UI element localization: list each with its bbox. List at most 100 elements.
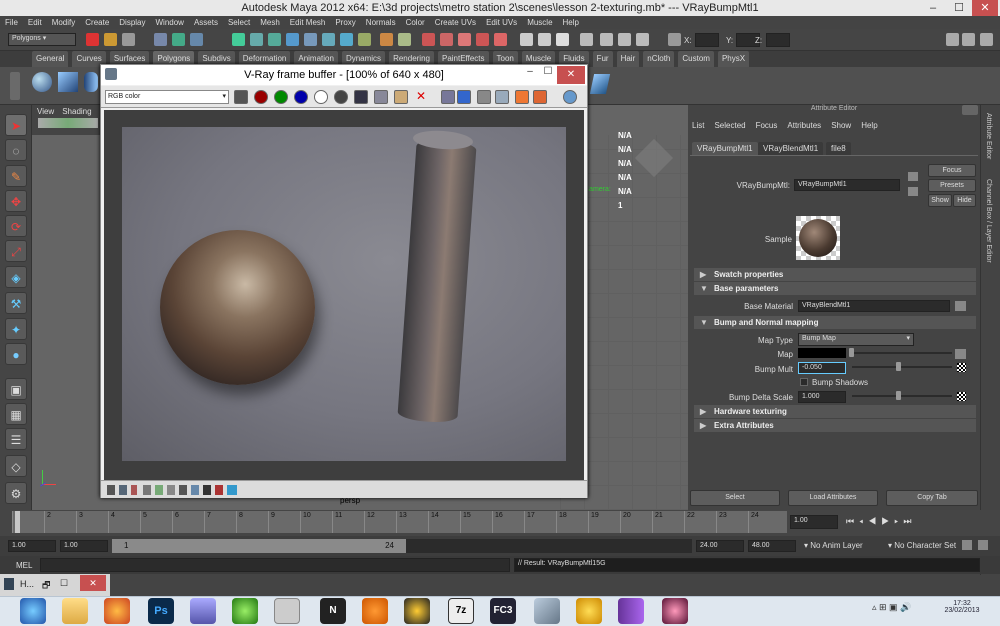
section-bump-normal-mapping[interactable]: ▼ Bump and Normal mapping <box>694 316 976 329</box>
tab-vraybumpmtl1[interactable]: VRayBumpMtl1 <box>692 142 758 155</box>
restore-icon[interactable]: 🗗 <box>42 578 50 594</box>
tray-icons[interactable]: ▵ ⊞ ▣ 🔊 <box>872 602 932 616</box>
clock[interactable]: 17:32 23/02/2013 <box>934 600 990 614</box>
bump-mult-slider[interactable] <box>852 366 952 368</box>
z-field[interactable] <box>766 33 790 47</box>
layout-persp-graph-icon[interactable]: ◇ <box>5 455 27 477</box>
vray-maximize-icon[interactable]: ☐ <box>539 66 557 84</box>
command-language-label[interactable]: MEL <box>16 561 32 570</box>
menuset-select[interactable]: Polygons ▾ <box>8 33 76 46</box>
menu-color[interactable]: Color <box>406 16 425 29</box>
paint-select-icon[interactable]: ✎ <box>5 165 27 187</box>
bump-shadows-checkbox[interactable] <box>800 378 808 386</box>
clear-image-icon[interactable]: ✕ <box>414 89 428 103</box>
history-icon[interactable] <box>563 90 577 104</box>
section-hardware-texturing[interactable]: ▶ Hardware texturing <box>694 405 976 418</box>
bump-delta-scale-field[interactable]: 1.000 <box>798 391 846 403</box>
maya-icon[interactable] <box>274 598 300 624</box>
command-input[interactable] <box>40 558 510 572</box>
shelf-tab-general[interactable]: General <box>32 51 69 67</box>
bump-delta-slider[interactable] <box>852 395 952 397</box>
key-icon[interactable] <box>962 540 972 550</box>
blender-icon[interactable] <box>362 598 388 624</box>
hide-button[interactable]: Hide <box>953 194 976 207</box>
menu-edit[interactable]: Edit <box>28 16 42 29</box>
channel-select[interactable]: RGB color ▾ <box>105 90 229 104</box>
hypershade-icon[interactable] <box>440 33 453 46</box>
section-base-parameters[interactable]: ▼ Base parameters <box>694 282 976 295</box>
layer-editor-icon[interactable] <box>600 33 613 46</box>
base-material-field[interactable]: VRayBlendMtl1 <box>798 300 950 312</box>
go-to-start-icon[interactable]: ⏮ <box>846 516 859 526</box>
rotate-tool-icon[interactable]: ⟳ <box>5 215 27 237</box>
bump-mult-field[interactable]: -0.050 <box>798 362 846 374</box>
map-color-swatch[interactable] <box>798 348 846 358</box>
show-manip-icon[interactable]: ✦ <box>5 318 27 340</box>
menu-create[interactable]: Create <box>85 16 109 29</box>
bump-mult-slider-handle[interactable] <box>896 362 901 371</box>
attr-menu-attributes[interactable]: Attributes <box>787 121 821 130</box>
fc3-icon[interactable]: FC3 <box>490 598 516 624</box>
show-button[interactable]: Show <box>928 194 952 207</box>
stop-render-icon[interactable] <box>515 90 529 104</box>
select-tool-icon[interactable]: ➤ <box>5 114 27 136</box>
node-name-field[interactable]: VRayBumpMtl1 <box>794 179 900 191</box>
minimized-window[interactable]: H... 🗗 ☐ ✕ <box>0 574 110 596</box>
app-icon[interactable] <box>190 598 216 624</box>
render-view-icon[interactable] <box>458 33 471 46</box>
region-render-icon[interactable] <box>457 90 471 104</box>
toggle-attr-icon[interactable] <box>962 33 975 46</box>
menu-window[interactable]: Window <box>156 16 184 29</box>
vray-bottom-icons[interactable] <box>107 485 237 495</box>
lasso-tool-icon[interactable]: ◌ <box>5 139 27 161</box>
menu-help[interactable]: Help <box>563 16 579 29</box>
poly-sphere-icon[interactable] <box>32 72 52 92</box>
app-icon[interactable] <box>618 598 644 624</box>
layout-single-icon[interactable]: ▣ <box>5 378 27 400</box>
map-slider[interactable] <box>852 352 952 354</box>
transform-field-icon[interactable] <box>668 33 681 46</box>
shelf-tab-fur[interactable]: Fur <box>592 51 613 67</box>
tab-file8[interactable]: file8 <box>826 142 851 155</box>
maximize-icon[interactable]: ☐ <box>946 0 972 16</box>
render-region-icon[interactable] <box>340 33 353 46</box>
7zip-icon[interactable]: 7z <box>448 598 474 624</box>
step-forward-icon[interactable]: ▸ <box>894 516 903 526</box>
start-time-field[interactable]: 1.00 <box>8 540 56 552</box>
render-current-icon[interactable] <box>380 33 393 46</box>
input-connection-icon[interactable] <box>908 172 918 181</box>
attribute-editor-icon[interactable] <box>556 33 569 46</box>
go-to-end-icon[interactable]: ⏭ <box>903 516 916 526</box>
prefs-icon[interactable] <box>978 540 988 550</box>
menu-display[interactable]: Display <box>119 16 145 29</box>
presets-button[interactable]: Presets <box>928 179 976 192</box>
map-connect-icon[interactable] <box>955 349 966 359</box>
open-folder-icon[interactable] <box>394 90 408 104</box>
sidebar-tab-attribute-editor[interactable]: Attribute Editor <box>985 113 992 159</box>
select-button[interactable]: Select <box>690 490 780 506</box>
last-tool-icon[interactable]: ● <box>5 343 27 365</box>
viewport-toolbar-icons[interactable] <box>38 118 98 128</box>
save-scene-icon[interactable] <box>122 33 135 46</box>
move-tool-icon[interactable]: ✥ <box>5 190 27 212</box>
copy-tab-button[interactable]: Copy Tab <box>886 490 978 506</box>
open-scene-icon[interactable] <box>104 33 117 46</box>
lights-icon[interactable] <box>476 33 489 46</box>
snap-point-icon[interactable] <box>268 33 281 46</box>
photoshop-icon[interactable]: Ps <box>148 598 174 624</box>
explorer-icon[interactable] <box>62 598 88 624</box>
menu-edit-uvs[interactable]: Edit UVs <box>486 16 517 29</box>
panel-close-icon[interactable] <box>962 105 978 115</box>
attr-menu-help[interactable]: Help <box>861 121 877 130</box>
notepad-icon[interactable]: N <box>320 598 346 624</box>
end-time-field[interactable]: 48.00 <box>748 540 796 552</box>
app-icon[interactable] <box>662 598 688 624</box>
character-set-select[interactable]: ▾ No Character Set <box>888 541 956 550</box>
save-image-icon[interactable] <box>354 90 368 104</box>
toggle-tool-icon[interactable] <box>980 33 993 46</box>
output-connection-icon[interactable] <box>908 187 918 196</box>
app-icon[interactable] <box>576 598 602 624</box>
checker-map-icon[interactable] <box>957 392 966 401</box>
maximize-icon[interactable]: ☐ <box>60 578 68 589</box>
app-icon[interactable] <box>534 598 560 624</box>
